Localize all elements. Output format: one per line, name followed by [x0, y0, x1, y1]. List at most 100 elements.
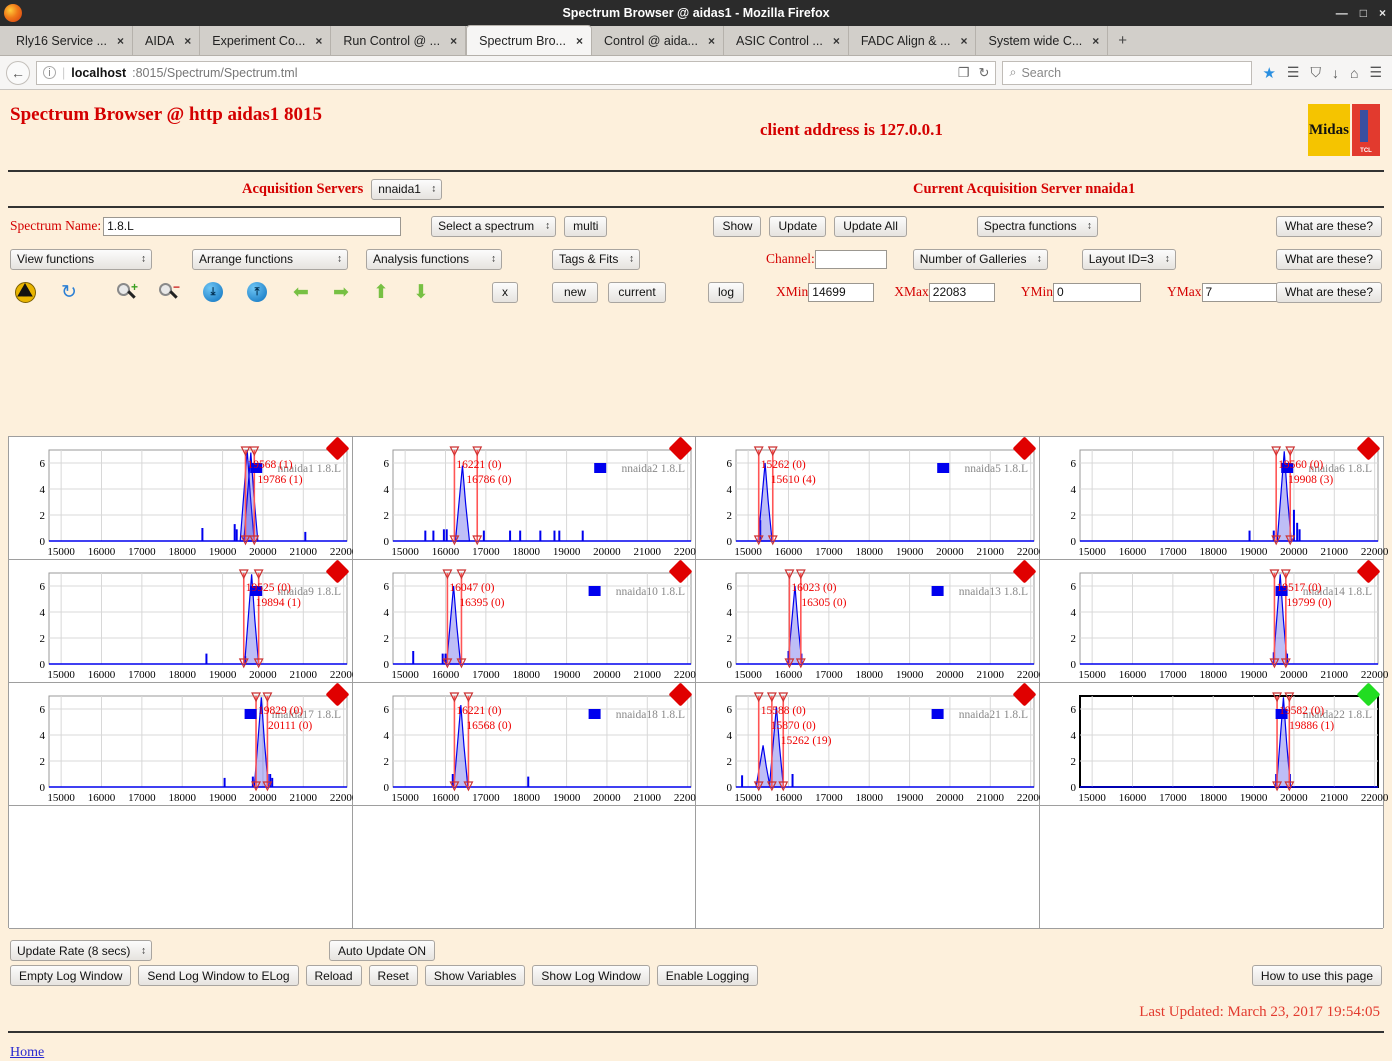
- spectrum-panel-9[interactable]: 0 2 4 6 15000 16000 17000 18000 19000 20000 21000 2…: [352, 682, 701, 806]
- spectrum-panel-7[interactable]: 0 2 4 6 15000 16000 17000 18000 19000 20000 21000 2…: [1039, 559, 1388, 683]
- acquisition-server-select[interactable]: nnaida1: [371, 178, 443, 200]
- spectra-functions-dropdown[interactable]: Spectra functions: [976, 215, 1098, 237]
- analysis-functions-dropdown[interactable]: Analysis functions: [366, 248, 502, 270]
- tab-close-icon[interactable]: ×: [315, 34, 322, 48]
- browser-tab-2[interactable]: Experiment Co... ×: [200, 26, 332, 55]
- refresh-icon[interactable]: ↻: [54, 278, 84, 306]
- browser-tab-0[interactable]: Rly16 Service ... ×: [4, 26, 134, 55]
- spectrum-gallery-grid[interactable]: 0 2 4 6 15000 16000 17000 18000 19000 20000 21000 2…: [8, 436, 1388, 929]
- what-are-these-button-3[interactable]: What are these?: [1275, 281, 1382, 303]
- enable-logging-button[interactable]: Enable Logging: [656, 965, 759, 986]
- current-button[interactable]: current: [608, 281, 666, 303]
- minimize-icon[interactable]: —: [1336, 7, 1348, 19]
- browser-tab-6[interactable]: ASIC Control ... ×: [723, 26, 849, 55]
- zoom-out-icon[interactable]: −: [154, 278, 184, 306]
- spectrum-panel-5[interactable]: 0 2 4 6 15000 16000 17000 18000 19000 20000 21000 2…: [352, 559, 701, 683]
- spectrum-panel-8[interactable]: 0 2 4 6 15000 16000 17000 18000 19000 20000 21000 2…: [9, 682, 357, 806]
- close-icon[interactable]: ×: [1379, 7, 1386, 19]
- arrange-functions-dropdown[interactable]: Arrange functions: [192, 248, 348, 270]
- spectrum-panel-3[interactable]: 0 2 4 6 15000 16000 17000 18000 19000 20000 21000 2…: [1039, 436, 1388, 560]
- spectrum-panel-empty-0[interactable]: [9, 806, 353, 929]
- xmax-input[interactable]: [928, 282, 995, 302]
- spectrum-panel-empty-3[interactable]: [1039, 806, 1383, 929]
- home-icon[interactable]: ⌂: [1350, 65, 1358, 81]
- reset-button[interactable]: Reset: [368, 965, 418, 986]
- tab-close-icon[interactable]: ×: [1092, 34, 1099, 48]
- browser-tab-8[interactable]: System wide C... ×: [976, 26, 1109, 55]
- what-are-these-button-1[interactable]: What are these?: [1275, 215, 1382, 237]
- bookmark-star-icon[interactable]: ★: [1262, 64, 1275, 82]
- spectrum-panel-1[interactable]: 0 2 4 6 15000 16000 17000 18000 19000 20000 21000 2…: [352, 436, 701, 560]
- ymin-input[interactable]: [1053, 282, 1142, 302]
- menu-icon[interactable]: ☰: [1369, 64, 1382, 81]
- home-link[interactable]: Home: [10, 1045, 44, 1060]
- browser-tab-7[interactable]: FADC Align & ... ×: [848, 26, 977, 55]
- show-variables-button[interactable]: Show Variables: [424, 965, 526, 986]
- reload-button[interactable]: Reload: [305, 965, 362, 986]
- tab-strip[interactable]: Rly16 Service ... × AIDA × Experiment Co... ×…: [0, 25, 1392, 56]
- tab-close-icon[interactable]: ×: [576, 34, 583, 48]
- channel-input[interactable]: [814, 249, 887, 269]
- spectrum-name-input[interactable]: [103, 216, 402, 236]
- what-are-these-button-2[interactable]: What are these?: [1275, 248, 1382, 270]
- arrow-down-icon[interactable]: ⬇: [406, 278, 436, 306]
- reader-mode-icon[interactable]: ❐: [958, 65, 970, 81]
- radiation-icon[interactable]: [10, 278, 40, 306]
- spectrum-panel-2[interactable]: 0 2 4 6 15000 16000 17000 18000 19000 20000 21000 2…: [696, 436, 1044, 560]
- tab-close-icon[interactable]: ×: [117, 34, 124, 48]
- show-log-window-button[interactable]: Show Log Window: [532, 965, 650, 986]
- multi-button[interactable]: multi: [564, 215, 608, 237]
- layout-id-dropdown[interactable]: Layout ID=3: [1081, 248, 1176, 270]
- tab-close-icon[interactable]: ×: [833, 34, 840, 48]
- expand-down-icon[interactable]: ⤓: [198, 278, 228, 306]
- tags-and-fits-dropdown[interactable]: Tags & Fits: [552, 248, 640, 270]
- select-spectrum-dropdown[interactable]: Select a spectrum: [431, 215, 557, 237]
- spectrum-panel-10[interactable]: 0 2 4 6 15000 16000 17000 18000 19000 20000 21000 2…: [696, 682, 1044, 806]
- reload-icon[interactable]: ↻: [979, 65, 990, 81]
- browser-tab-4[interactable]: Spectrum Bro... ×: [466, 25, 592, 55]
- send-log-to-elog-button[interactable]: Send Log Window to ELog: [138, 965, 299, 986]
- auto-update-button[interactable]: Auto Update ON: [329, 940, 436, 961]
- number-of-galleries-dropdown[interactable]: Number of Galleries: [912, 248, 1048, 270]
- spectrum-panel-4[interactable]: 0 2 4 6 15000 16000 17000 18000 19000 20000 21000 2…: [9, 559, 357, 683]
- spectrum-panel-11[interactable]: 0 2 4 6 15000 16000 17000 18000 19000 20000 21000 2…: [1039, 682, 1388, 806]
- download-icon[interactable]: ↓: [1332, 65, 1339, 81]
- browser-action-icons[interactable]: ★ ☰ ⛉ ↓ ⌂ ☰: [1258, 64, 1386, 82]
- site-info-icon[interactable]: i: [43, 66, 56, 79]
- browser-tab-1[interactable]: AIDA ×: [133, 26, 201, 55]
- browser-tab-5[interactable]: Control @ aida... ×: [591, 26, 724, 55]
- arrow-up-icon[interactable]: ⬆: [366, 278, 396, 306]
- spectrum-panel-empty-2[interactable]: [696, 806, 1040, 929]
- arrow-right-icon[interactable]: ➡: [326, 278, 356, 306]
- tab-close-icon[interactable]: ×: [184, 34, 191, 48]
- search-bar[interactable]: ⌕ Search: [1002, 60, 1253, 85]
- xmin-input[interactable]: [808, 282, 875, 302]
- browser-tab-3[interactable]: Run Control @ ... ×: [331, 26, 467, 55]
- update-rate-dropdown[interactable]: Update Rate (8 secs): [10, 940, 152, 961]
- update-button[interactable]: Update: [769, 215, 827, 237]
- tab-close-icon[interactable]: ×: [708, 34, 715, 48]
- update-all-button[interactable]: Update All: [834, 215, 907, 237]
- new-tab-button[interactable]: +: [1108, 26, 1137, 55]
- show-button[interactable]: Show: [713, 215, 762, 237]
- navigation-toolbar[interactable]: ← i | localhost:8015/Spectrum/Spectrum.t…: [0, 56, 1392, 90]
- maximize-icon[interactable]: □: [1360, 7, 1367, 19]
- zoom-in-icon[interactable]: +: [112, 278, 142, 306]
- view-functions-dropdown[interactable]: View functions: [10, 248, 152, 270]
- library-icon[interactable]: ☰: [1287, 64, 1300, 81]
- spectrum-panel-6[interactable]: 0 2 4 6 15000 16000 17000 18000 19000 20000 21000 2…: [696, 559, 1044, 683]
- tab-close-icon[interactable]: ×: [450, 34, 457, 48]
- spectrum-panel-0[interactable]: 0 2 4 6 15000 16000 17000 18000 19000 20000 21000 2…: [9, 436, 357, 560]
- spectrum-panel-empty-1[interactable]: [352, 806, 696, 929]
- log-button[interactable]: log: [708, 281, 744, 303]
- new-button[interactable]: new: [552, 281, 598, 303]
- how-to-use-button[interactable]: How to use this page: [1251, 965, 1382, 986]
- empty-log-window-button[interactable]: Empty Log Window: [10, 965, 132, 986]
- collapse-up-icon[interactable]: ⤒: [242, 278, 272, 306]
- window-controls[interactable]: — □ ×: [1336, 7, 1386, 19]
- x-button[interactable]: x: [492, 281, 518, 303]
- address-bar[interactable]: i | localhost:8015/Spectrum/Spectrum.tml…: [36, 60, 997, 85]
- back-button[interactable]: ←: [6, 60, 30, 85]
- shield-icon[interactable]: ⛉: [1310, 64, 1321, 81]
- tab-close-icon[interactable]: ×: [960, 34, 967, 48]
